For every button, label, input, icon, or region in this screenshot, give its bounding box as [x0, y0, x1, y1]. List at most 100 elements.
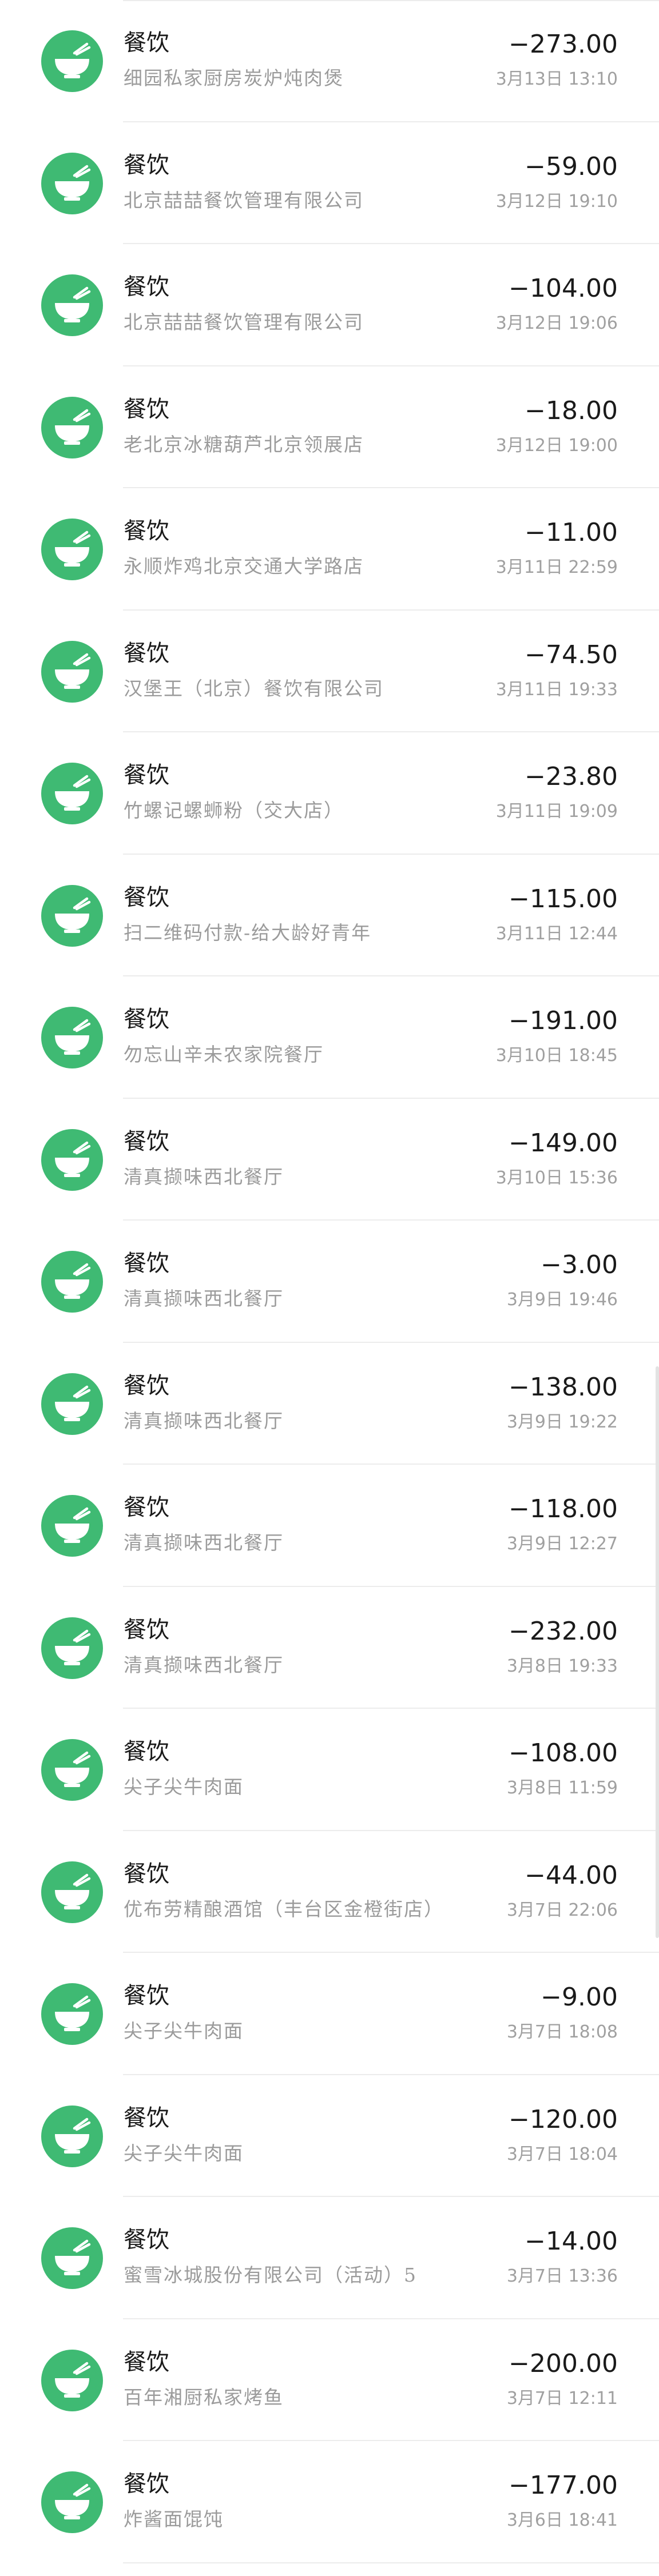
transaction-merchant: 北京喆喆餐饮管理有限公司 — [124, 189, 364, 212]
transaction-amount: −118.00 — [509, 1494, 618, 1524]
transaction-time: 3月10日 18:45 — [495, 1046, 618, 1066]
rice-bowl-icon — [41, 1373, 103, 1435]
transaction-time: 3月7日 18:04 — [506, 2144, 618, 2164]
transaction-category: 餐饮 — [124, 2104, 169, 2131]
transaction-category: 餐饮 — [124, 2471, 169, 2497]
rice-bowl-icon-glyph — [55, 409, 91, 445]
transaction-merchant: 清真撷味西北餐厅 — [124, 1409, 284, 1432]
transaction-time: 3月9日 19:22 — [506, 1411, 618, 1432]
transaction-category: 餐饮 — [124, 396, 169, 422]
rice-bowl-icon-glyph — [55, 1141, 91, 1177]
transaction-category: 餐饮 — [124, 1372, 169, 1399]
transaction-row-12[interactable]: 餐饮 清真撷味西北餐厅 −118.00 3月9日 12:27 — [0, 1465, 659, 1587]
transaction-row-8[interactable]: 餐饮 勿忘山辛未农家院餐厅 −191.00 3月10日 18:45 — [0, 976, 659, 1099]
rice-bowl-icon — [41, 396, 103, 458]
transaction-time: 3月8日 19:33 — [506, 1656, 618, 1676]
transaction-category: 餐饮 — [124, 2348, 169, 2375]
transaction-amount: −44.00 — [525, 1860, 618, 1890]
transaction-row-11[interactable]: 餐饮 清真撷味西北餐厅 −138.00 3月9日 19:22 — [0, 1343, 659, 1465]
rice-bowl-icon — [41, 1007, 103, 1068]
transaction-row-19[interactable]: 餐饮 百年湘厨私家烤鱼 −200.00 3月7日 12:11 — [0, 2319, 659, 2442]
transaction-row-1[interactable]: 餐饮 北京喆喆餐饮管理有限公司 −59.00 3月12日 19:10 — [0, 122, 659, 245]
rice-bowl-icon — [41, 1129, 103, 1191]
transaction-merchant: 优布劳精酿酒馆（丰台区金橙街店） — [124, 1897, 444, 1920]
transaction-row-7[interactable]: 餐饮 扫二维码付款-给大龄好青年 −115.00 3月11日 12:44 — [0, 855, 659, 977]
transaction-row-10[interactable]: 餐饮 清真撷味西北餐厅 −3.00 3月9日 19:46 — [0, 1221, 659, 1343]
transaction-row-3[interactable]: 餐饮 老北京冰糖葫芦北京领展店 −18.00 3月12日 19:00 — [0, 366, 659, 489]
transaction-category: 餐饮 — [124, 1494, 169, 1521]
transaction-row-15[interactable]: 餐饮 优布劳精酿酒馆（丰台区金橙街店） −44.00 3月7日 22:06 — [0, 1831, 659, 1953]
transaction-amount: −18.00 — [525, 396, 618, 425]
rice-bowl-icon — [41, 1861, 103, 1923]
rice-bowl-icon-glyph — [55, 1263, 91, 1299]
transaction-row-14[interactable]: 餐饮 尖子尖牛肉面 −108.00 3月8日 11:59 — [0, 1709, 659, 1831]
transaction-amount: −232.00 — [509, 1616, 618, 1646]
rice-bowl-icon — [41, 1495, 103, 1557]
rice-bowl-icon — [41, 519, 103, 580]
transaction-merchant: 勿忘山辛未农家院餐厅 — [124, 1043, 324, 1066]
transaction-category: 餐饮 — [124, 1616, 169, 1643]
transaction-amount: −104.00 — [509, 274, 618, 303]
rice-bowl-icon — [41, 274, 103, 336]
transaction-row-18[interactable]: 餐饮 蜜雪冰城股份有限公司（活动）5 −14.00 3月7日 13:36 — [0, 2197, 659, 2319]
transaction-row-5[interactable]: 餐饮 汉堡王（北京）餐饮有限公司 −74.50 3月11日 19:33 — [0, 611, 659, 733]
transaction-amount: −273.00 — [509, 30, 618, 59]
transaction-merchant: 百年湘厨私家烤鱼 — [124, 2386, 284, 2408]
transaction-category: 餐饮 — [124, 151, 169, 178]
transaction-row-2[interactable]: 餐饮 北京喆喆餐饮管理有限公司 −104.00 3月12日 19:06 — [0, 244, 659, 366]
transaction-row-6[interactable]: 餐饮 竹螺记螺蛳粉（交大店） −23.80 3月11日 19:09 — [0, 732, 659, 855]
rice-bowl-icon — [41, 884, 103, 947]
transaction-amount: −115.00 — [509, 884, 618, 914]
transaction-row-9[interactable]: 餐饮 清真撷味西北餐厅 −149.00 3月10日 15:36 — [0, 1099, 659, 1221]
transaction-amount: −11.00 — [525, 518, 618, 547]
rice-bowl-icon-glyph — [55, 1019, 91, 1055]
rice-bowl-icon — [41, 152, 103, 214]
transaction-category: 餐饮 — [124, 640, 169, 667]
transaction-row-0[interactable]: 餐饮 细园私家厨房炭炉炖肉煲 −273.00 3月13日 13:10 — [0, 0, 659, 122]
transaction-rows: 餐饮 细园私家厨房炭炉炖肉煲 −273.00 3月13日 13:10 餐饮 北京… — [0, 0, 659, 2563]
transaction-merchant: 尖子尖牛肉面 — [124, 2020, 244, 2042]
transaction-row-17[interactable]: 餐饮 尖子尖牛肉面 −120.00 3月7日 18:04 — [0, 2075, 659, 2198]
rice-bowl-icon-glyph — [55, 653, 91, 689]
transaction-amount: −149.00 — [509, 1128, 618, 1158]
rice-bowl-icon-glyph — [55, 1385, 91, 1421]
scrollbar-thumb[interactable] — [656, 1366, 659, 1938]
transaction-category: 餐饮 — [124, 762, 169, 788]
transaction-merchant: 竹螺记螺蛳粉（交大店） — [124, 799, 344, 822]
transaction-amount: −138.00 — [509, 1372, 618, 1402]
rice-bowl-icon-glyph — [55, 1629, 91, 1665]
transaction-merchant: 老北京冰糖葫芦北京领展店 — [124, 433, 364, 456]
transaction-merchant: 永顺炸鸡北京交通大学路店 — [124, 555, 364, 577]
transaction-merchant: 清真撷味西北餐厅 — [124, 1653, 284, 1676]
rice-bowl-icon-glyph — [55, 2118, 91, 2154]
transaction-merchant: 清真撷味西北餐厅 — [124, 1287, 284, 1310]
transaction-time: 3月7日 13:36 — [506, 2266, 618, 2286]
rice-bowl-icon — [41, 640, 103, 703]
transaction-category: 餐饮 — [124, 1983, 169, 2009]
rice-bowl-icon-glyph — [55, 42, 91, 78]
transaction-row-20[interactable]: 餐饮 炸酱面馄饨 −177.00 3月6日 18:41 — [0, 2441, 659, 2563]
transaction-time: 3月9日 19:46 — [506, 1290, 618, 1310]
transaction-time: 3月7日 18:08 — [506, 2022, 618, 2042]
transaction-row-4[interactable]: 餐饮 永顺炸鸡北京交通大学路店 −11.00 3月11日 22:59 — [0, 488, 659, 611]
rice-bowl-icon-glyph — [55, 1873, 91, 1909]
rice-bowl-icon-glyph — [55, 531, 91, 567]
transaction-time: 3月12日 19:10 — [495, 191, 618, 212]
transaction-amount: −9.00 — [541, 1983, 618, 2012]
transaction-category: 餐饮 — [124, 30, 169, 56]
transaction-category: 餐饮 — [124, 1860, 169, 1887]
transaction-amount: −200.00 — [509, 2348, 618, 2378]
transaction-amount: −59.00 — [525, 151, 618, 181]
transaction-row-16[interactable]: 餐饮 尖子尖牛肉面 −9.00 3月7日 18:08 — [0, 1953, 659, 2075]
transaction-time: 3月11日 19:33 — [495, 679, 618, 700]
transaction-category: 餐饮 — [124, 884, 169, 911]
rice-bowl-icon-glyph — [55, 1507, 91, 1543]
rice-bowl-icon — [41, 2471, 103, 2533]
scrollbar[interactable] — [653, 1366, 659, 1938]
transaction-merchant: 清真撷味西北餐厅 — [124, 1532, 284, 1554]
transaction-time: 3月10日 15:36 — [495, 1167, 618, 1188]
transaction-row-13[interactable]: 餐饮 清真撷味西北餐厅 −232.00 3月8日 19:33 — [0, 1587, 659, 1709]
transaction-amount: −3.00 — [541, 1250, 618, 1279]
rice-bowl-icon — [41, 1617, 103, 1679]
transaction-merchant: 北京喆喆餐饮管理有限公司 — [124, 311, 364, 333]
